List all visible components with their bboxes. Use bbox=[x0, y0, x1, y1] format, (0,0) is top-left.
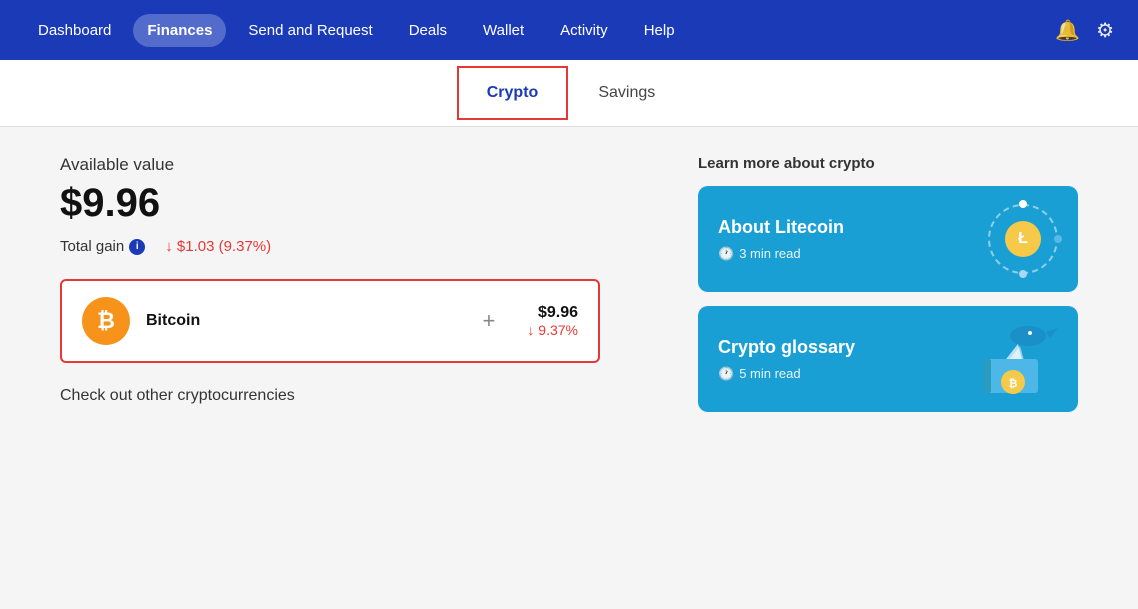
available-value-amount: $9.96 bbox=[60, 181, 658, 226]
nav-item-wallet[interactable]: Wallet bbox=[469, 14, 538, 47]
nav-items: Dashboard Finances Send and Request Deal… bbox=[24, 14, 1055, 47]
nav-item-deals[interactable]: Deals bbox=[395, 14, 461, 47]
nav-item-activity[interactable]: Activity bbox=[546, 14, 622, 47]
sub-tabs: Crypto Savings bbox=[0, 60, 1138, 127]
litecoin-card-title: About Litecoin bbox=[718, 217, 844, 238]
litecoin-illustration: Ł bbox=[968, 204, 1058, 274]
bitcoin-usd: $9.96 bbox=[527, 304, 578, 322]
tab-crypto[interactable]: Crypto bbox=[459, 68, 567, 118]
learn-label: Learn more about crypto bbox=[698, 155, 1078, 172]
bitcoin-add-button[interactable]: + bbox=[483, 308, 496, 334]
nav-item-help[interactable]: Help bbox=[630, 14, 689, 47]
settings-icon[interactable]: ⚙ bbox=[1096, 18, 1114, 43]
sub-tab-wrapper-crypto: Crypto bbox=[457, 66, 569, 120]
bitcoin-pct: ↓ 9.37% bbox=[527, 322, 578, 338]
left-panel: Available value $9.96 Total gain i ↓ $1.… bbox=[60, 155, 658, 581]
total-gain-row: Total gain i ↓ $1.03 (9.37%) bbox=[60, 238, 658, 255]
nav-item-finances[interactable]: Finances bbox=[133, 14, 226, 47]
learn-card-litecoin[interactable]: About Litecoin 🕐 3 min read Ł bbox=[698, 186, 1078, 292]
notification-icon[interactable]: 🔔 bbox=[1055, 18, 1080, 43]
bitcoin-name: Bitcoin bbox=[146, 312, 451, 330]
check-other-cryptos: Check out other cryptocurrencies bbox=[60, 387, 658, 405]
bitcoin-card[interactable]: ₿ Bitcoin + $9.96 ↓ 9.37% bbox=[60, 279, 600, 363]
nav-item-dashboard[interactable]: Dashboard bbox=[24, 14, 125, 47]
right-panel: Learn more about crypto About Litecoin 🕐… bbox=[698, 155, 1078, 581]
litecoin-card-time: 🕐 3 min read bbox=[718, 246, 844, 262]
nav-bar: Dashboard Finances Send and Request Deal… bbox=[0, 0, 1138, 60]
nav-right-icons: 🔔 ⚙ bbox=[1055, 18, 1114, 43]
learn-card-glossary[interactable]: Crypto glossary 🕐 5 min read bbox=[698, 306, 1078, 412]
total-gain-info-icon[interactable]: i bbox=[129, 239, 145, 255]
clock-icon-2: 🕐 bbox=[718, 366, 734, 382]
tab-savings[interactable]: Savings bbox=[570, 68, 683, 118]
svg-text:₿: ₿ bbox=[1009, 378, 1018, 390]
glossary-card-title: Crypto glossary bbox=[718, 337, 855, 358]
total-gain-value: ↓ $1.03 (9.37%) bbox=[165, 238, 271, 255]
main-content: Available value $9.96 Total gain i ↓ $1.… bbox=[0, 127, 1138, 609]
glossary-illustration: ₿ bbox=[968, 324, 1058, 394]
clock-icon: 🕐 bbox=[718, 246, 734, 262]
total-gain-label: Total gain i bbox=[60, 238, 145, 255]
available-value-label: Available value bbox=[60, 155, 658, 175]
bitcoin-value-col: $9.96 ↓ 9.37% bbox=[527, 304, 578, 338]
bitcoin-icon: ₿ bbox=[82, 297, 130, 345]
glossary-card-time: 🕐 5 min read bbox=[718, 366, 855, 382]
nav-item-send-request[interactable]: Send and Request bbox=[234, 14, 386, 47]
